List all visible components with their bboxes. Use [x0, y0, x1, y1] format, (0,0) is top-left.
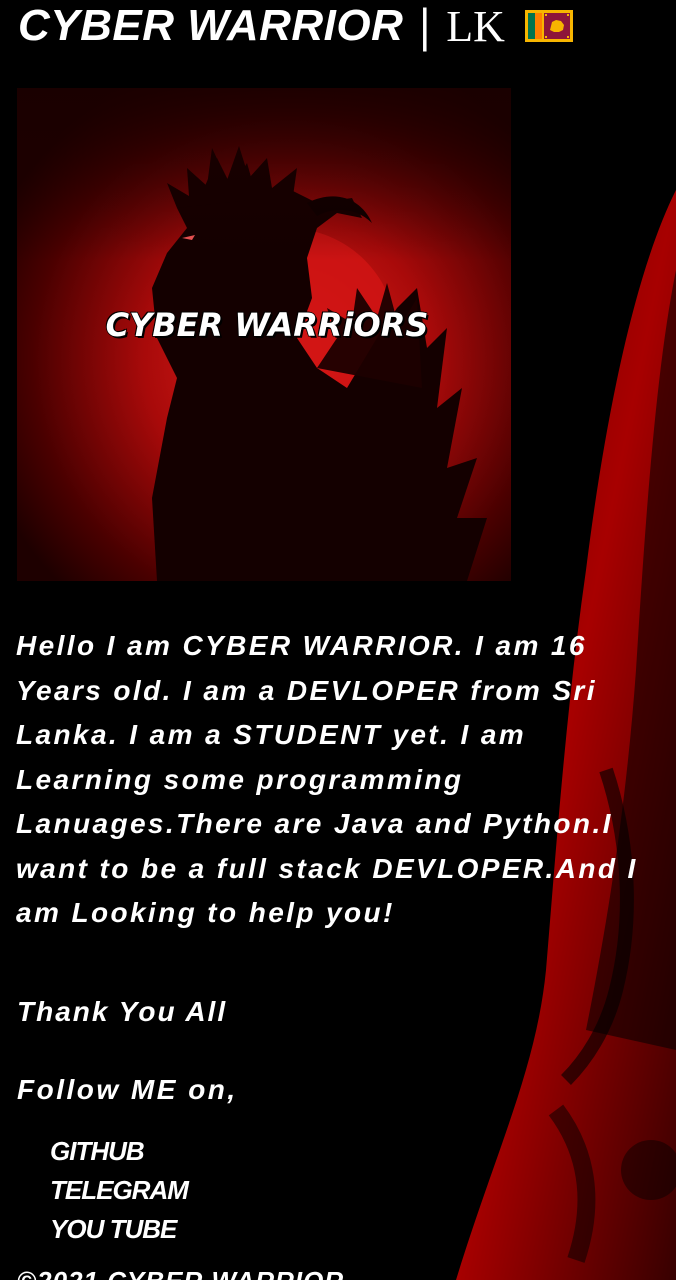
- youtube-link[interactable]: YOU TUBE: [50, 1210, 188, 1249]
- country-code: LK: [446, 1, 505, 51]
- follow-heading: Follow ME on,: [17, 1074, 238, 1105]
- hero-caption: CYBER WARRiORS: [105, 305, 429, 345]
- hero-artwork: CYBER WARRiORS: [17, 88, 511, 581]
- bio-paragraph: Hello I am CYBER WARRIOR. I am 16 Years …: [16, 630, 638, 928]
- sri-lanka-flag-icon: [524, 10, 573, 42]
- title-separator: |: [417, 0, 433, 52]
- footer-copyright: ©2021 CYBER WARRIOR: [17, 1266, 344, 1280]
- github-link[interactable]: GITHUB: [50, 1132, 188, 1171]
- site-header: CYBER WARRIOR | LK: [18, 0, 573, 52]
- thanks-text: Thank You All: [17, 996, 228, 1027]
- telegram-link[interactable]: TELEGRAM: [50, 1171, 189, 1210]
- social-links: GITHUB TELEGRAM YOU TUBE: [50, 1132, 189, 1249]
- site-title[interactable]: CYBER WARRIOR: [18, 1, 403, 51]
